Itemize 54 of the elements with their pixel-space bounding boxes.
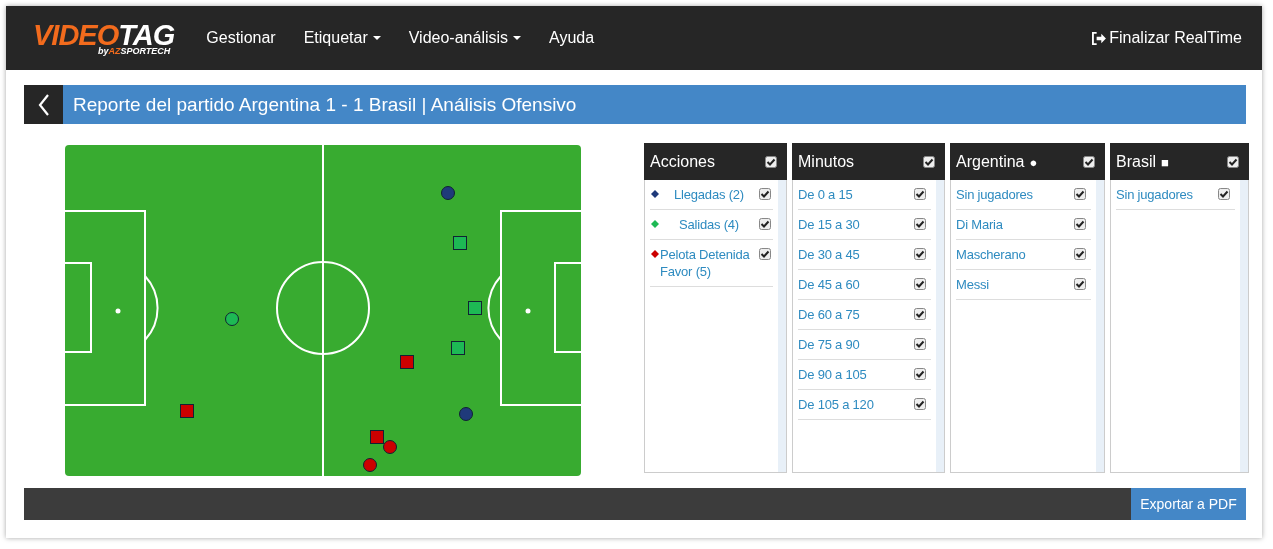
filter-option[interactable]: De 90 a 105 (798, 366, 912, 383)
filter-option[interactable]: Sin jugadores (956, 186, 1072, 203)
filter-option[interactable]: Salidas (4) (660, 216, 758, 233)
checkbox[interactable] (914, 188, 926, 200)
checkbox[interactable] (765, 155, 777, 168)
scrollbar-track[interactable] (778, 180, 786, 472)
checkbox[interactable] (923, 155, 935, 168)
panel-title: Brasil ■ (1116, 152, 1169, 171)
back-button[interactable] (24, 85, 63, 124)
checkbox[interactable] (759, 218, 771, 230)
report-title: Reporte del partido Argentina 1 - 1 Brasil | Análisis Ofensivo (63, 85, 1246, 124)
filter-option[interactable]: Messi (956, 276, 1072, 293)
checkbox[interactable] (914, 398, 926, 410)
panel-title: Argentina ● (956, 152, 1038, 171)
checkbox[interactable] (914, 368, 926, 380)
nav-menu-item[interactable]: Gestionar (206, 29, 276, 47)
filter-option[interactable]: De 45 a 60 (798, 276, 912, 293)
export-pdf-button[interactable]: Exportar a PDF (1131, 488, 1246, 520)
filter-option[interactable]: De 0 a 15 (798, 186, 912, 203)
nav-menu-item[interactable]: Ayuda (549, 29, 595, 47)
nav-menu-item[interactable]: Etiquetar (303, 29, 381, 47)
scrollbar-track[interactable] (936, 180, 944, 472)
nav-menu-item[interactable]: Video-análisis (408, 29, 522, 47)
scrollbar-track[interactable] (1240, 180, 1248, 472)
filter-option[interactable]: De 60 a 75 (798, 306, 912, 323)
checkbox[interactable] (1074, 218, 1086, 230)
panel-title: Minutos (798, 152, 855, 171)
checkbox[interactable] (1074, 188, 1086, 200)
logo[interactable]: VIDEOTAG byAZSPORTECH (33, 20, 175, 56)
checkbox[interactable] (914, 278, 926, 290)
checkbox[interactable] (1074, 248, 1086, 260)
scrollbar-track[interactable] (1096, 180, 1104, 472)
filter-option[interactable]: De 30 a 45 (798, 246, 912, 263)
filter-option[interactable]: Di Maria (956, 216, 1072, 233)
checkbox[interactable] (1227, 155, 1239, 168)
filter-option[interactable]: Pelota Detenida Favor (5) (660, 246, 758, 280)
filter-option[interactable]: De 105 a 120 (798, 396, 912, 413)
filter-option[interactable]: De 75 a 90 (798, 336, 912, 353)
checkbox[interactable] (1083, 155, 1095, 168)
sign-out-icon (1091, 31, 1107, 45)
checkbox[interactable] (1074, 278, 1086, 290)
filter-option[interactable]: De 15 a 30 (798, 216, 912, 233)
panel-title: Acciones (650, 152, 715, 171)
filter-option[interactable]: Sin jugadores (1116, 186, 1216, 203)
checkbox[interactable] (1218, 188, 1230, 200)
checkbox[interactable] (759, 248, 771, 260)
exit-button[interactable]: Finalizar RealTime (1091, 29, 1242, 47)
filter-option[interactable]: Mascherano (956, 246, 1072, 263)
checkbox[interactable] (914, 248, 926, 260)
filter-option[interactable]: Llegadas (2) (660, 186, 758, 203)
checkbox[interactable] (914, 338, 926, 350)
checkbox[interactable] (914, 308, 926, 320)
checkbox[interactable] (759, 188, 771, 200)
checkbox[interactable] (914, 218, 926, 230)
